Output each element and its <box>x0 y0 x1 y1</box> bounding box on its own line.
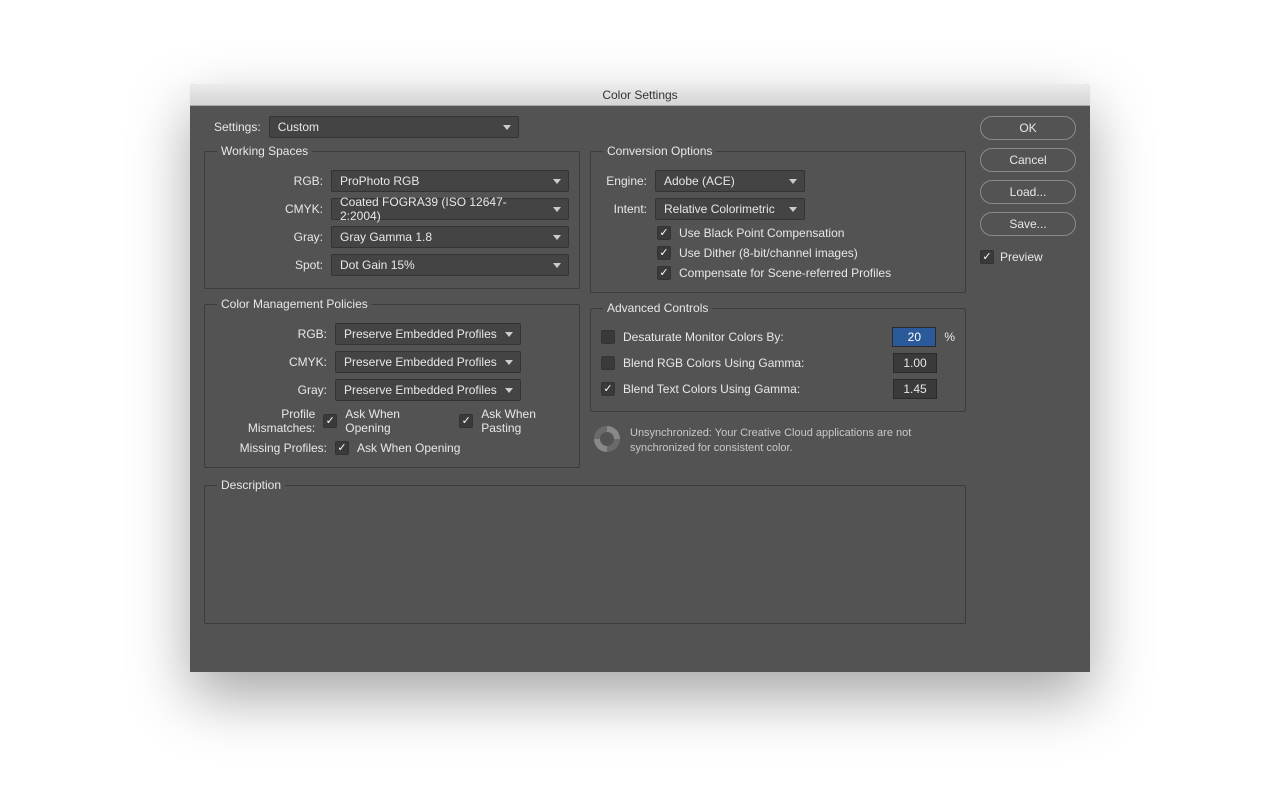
desat-label[interactable]: Desaturate Monitor Colors By: <box>623 330 884 344</box>
pol-cmyk-dropdown[interactable]: Preserve Embedded Profiles <box>335 351 521 373</box>
pol-rgb-label: RGB: <box>215 327 327 341</box>
pol-gray-label: Gray: <box>215 383 327 397</box>
sync-icon <box>594 426 620 452</box>
conversion-group: Conversion Options Engine: Adobe (ACE) In… <box>590 144 966 293</box>
dither-checkbox[interactable] <box>657 246 671 260</box>
preview-label[interactable]: Preview <box>1000 250 1043 264</box>
scene-label[interactable]: Compensate for Scene-referred Profiles <box>679 266 891 280</box>
advanced-group: Advanced Controls Desaturate Monitor Col… <box>590 301 966 412</box>
working-spaces-legend: Working Spaces <box>217 144 312 158</box>
conversion-legend: Conversion Options <box>603 144 716 158</box>
description-legend: Description <box>217 478 285 492</box>
desat-input[interactable] <box>892 327 936 347</box>
bpc-checkbox[interactable] <box>657 226 671 240</box>
cancel-button[interactable]: Cancel <box>980 148 1076 172</box>
intent-dropdown[interactable]: Relative Colorimetric <box>655 198 805 220</box>
missing-label: Missing Profiles: <box>215 441 327 455</box>
policies-legend: Color Management Policies <box>217 297 372 311</box>
mismatch-paste-checkbox[interactable] <box>459 414 473 428</box>
settings-dropdown[interactable]: Custom <box>269 116 519 138</box>
blend-text-input[interactable] <box>893 379 937 399</box>
advanced-legend: Advanced Controls <box>603 301 712 315</box>
desat-unit: % <box>944 330 955 344</box>
ws-spot-dropdown[interactable]: Dot Gain 15% <box>331 254 569 276</box>
blend-text-checkbox[interactable] <box>601 382 615 396</box>
engine-label: Engine: <box>601 174 647 188</box>
ws-rgb-dropdown[interactable]: ProPhoto RGB <box>331 170 569 192</box>
mismatch-open-checkbox[interactable] <box>323 414 337 428</box>
blend-rgb-label[interactable]: Blend RGB Colors Using Gamma: <box>623 356 885 370</box>
ws-cmyk-dropdown[interactable]: Coated FOGRA39 (ISO 12647-2:2004) <box>331 198 569 220</box>
description-group: Description <box>204 478 966 624</box>
bpc-label[interactable]: Use Black Point Compensation <box>679 226 844 240</box>
missing-open-label[interactable]: Ask When Opening <box>357 441 460 455</box>
ws-gray-dropdown[interactable]: Gray Gamma 1.8 <box>331 226 569 248</box>
scene-checkbox[interactable] <box>657 266 671 280</box>
pol-rgb-dropdown[interactable]: Preserve Embedded Profiles <box>335 323 521 345</box>
settings-label: Settings: <box>214 120 261 134</box>
color-settings-dialog: Color Settings Settings: Custom Working … <box>190 84 1090 672</box>
missing-open-checkbox[interactable] <box>335 441 349 455</box>
blend-rgb-checkbox[interactable] <box>601 356 615 370</box>
ws-spot-label: Spot: <box>215 258 323 272</box>
engine-dropdown[interactable]: Adobe (ACE) <box>655 170 805 192</box>
policies-group: Color Management Policies RGB: Preserve E… <box>204 297 580 468</box>
mismatch-paste-label[interactable]: Ask When Pasting <box>481 407 569 435</box>
ws-rgb-label: RGB: <box>215 174 323 188</box>
sync-status: Unsynchronized: Your Creative Cloud appl… <box>590 420 966 457</box>
pol-gray-dropdown[interactable]: Preserve Embedded Profiles <box>335 379 521 401</box>
working-spaces-group: Working Spaces RGB: ProPhoto RGB CMYK: Coa… <box>204 144 580 289</box>
ok-button[interactable]: OK <box>980 116 1076 140</box>
pol-cmyk-label: CMYK: <box>215 355 327 369</box>
blend-text-label[interactable]: Blend Text Colors Using Gamma: <box>623 382 885 396</box>
save-button[interactable]: Save... <box>980 212 1076 236</box>
ws-gray-label: Gray: <box>215 230 323 244</box>
mismatch-label: Profile Mismatches: <box>215 407 315 435</box>
load-button[interactable]: Load... <box>980 180 1076 204</box>
preview-checkbox[interactable] <box>980 250 994 264</box>
ws-cmyk-label: CMYK: <box>215 202 323 216</box>
dither-label[interactable]: Use Dither (8-bit/channel images) <box>679 246 858 260</box>
intent-label: Intent: <box>601 202 647 216</box>
desat-checkbox[interactable] <box>601 330 615 344</box>
dialog-title: Color Settings <box>190 84 1090 106</box>
blend-rgb-input[interactable] <box>893 353 937 373</box>
sync-text: Unsynchronized: Your Creative Cloud appl… <box>630 426 962 457</box>
mismatch-open-label[interactable]: Ask When Opening <box>345 407 438 435</box>
